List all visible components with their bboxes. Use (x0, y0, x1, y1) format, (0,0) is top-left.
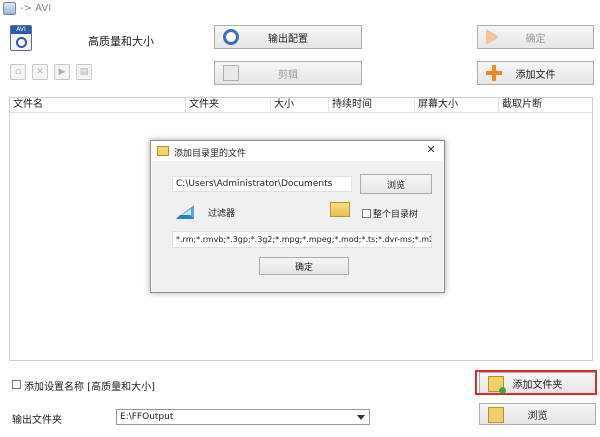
folder-icon (157, 146, 169, 156)
edit-button[interactable]: 剪辑 (214, 61, 362, 85)
film-icon (223, 65, 239, 81)
file-list-header: 文件名 文件夹 大小 持续时间 屏幕大小 截取片断 (10, 98, 592, 113)
output-config-label: 输出配置 (268, 33, 308, 45)
add-folder-dialog: 添加目录里的文件 ✕ 浏览 过滤器 整个目录树 确定 (150, 140, 445, 293)
app-icon (3, 2, 16, 15)
column-header-screen-size[interactable]: 屏幕大小 (415, 98, 499, 113)
dialog-title: 添加目录里的文件 (174, 149, 247, 159)
chevron-down-icon (357, 415, 365, 420)
save-name-label: 添加设置名称 [高质量和大小] (24, 382, 155, 393)
whole-tree-label: 整个目录树 (373, 210, 419, 220)
close-icon[interactable]: ✕ (424, 143, 438, 157)
filter-icon (176, 205, 194, 219)
title-bar: -> AVI (0, 0, 600, 18)
delete-icon[interactable]: ✕ (32, 64, 48, 80)
disc-icon (16, 37, 27, 48)
window-title: -> AVI (20, 3, 52, 14)
column-header-size[interactable]: 大小 (271, 98, 329, 113)
add-file-button[interactable]: 添加文件 (477, 61, 594, 85)
dialog-ok-button[interactable]: 确定 (259, 257, 349, 275)
plus-icon (486, 65, 502, 81)
save-name-checkbox[interactable] (12, 380, 21, 389)
column-header-duration[interactable]: 持续时间 (329, 98, 415, 113)
media-info-icon[interactable]: ▤ (76, 64, 92, 80)
dialog-body: 浏览 过滤器 整个目录树 确定 (152, 161, 443, 292)
avi-tag: AVI (11, 26, 31, 34)
gear-icon (223, 29, 239, 45)
output-folder-value: E:\FFOutput (120, 412, 174, 422)
avi-profile-icon: AVI (10, 25, 32, 51)
output-folder-label: 输出文件夹 (12, 415, 62, 426)
extensions-input[interactable] (172, 231, 432, 248)
folder-icon[interactable] (330, 202, 350, 217)
arrow-right-icon (486, 29, 502, 45)
whole-tree-checkbox[interactable] (362, 209, 371, 218)
ok-label: 确定 (525, 33, 546, 45)
output-config-button[interactable]: 输出配置 (214, 25, 362, 49)
edit-label: 剪辑 (278, 69, 298, 81)
profile-name: 高质量和大小 (88, 35, 154, 48)
remove-item-icon[interactable]: ▫ (10, 64, 26, 80)
column-header-filename[interactable]: 文件名 (10, 98, 186, 113)
highlight-frame (475, 370, 597, 395)
dialog-browse-button[interactable]: 浏览 (360, 174, 432, 194)
dialog-title-bar: 添加目录里的文件 ✕ (151, 141, 444, 161)
filter-label: 过滤器 (208, 209, 236, 219)
ok-button[interactable]: 确定 (477, 25, 594, 49)
browse-output-button[interactable]: 浏览 (479, 403, 596, 425)
output-folder-select[interactable]: E:\FFOutput (116, 409, 370, 425)
browse-output-label: 浏览 (527, 410, 548, 422)
play-icon[interactable]: ▶ (54, 64, 70, 80)
add-file-label: 添加文件 (515, 69, 556, 81)
folder-icon (488, 407, 504, 423)
folder-path-input[interactable] (172, 176, 352, 192)
column-header-clip[interactable]: 截取片断 (499, 98, 594, 113)
column-header-folder[interactable]: 文件夹 (186, 98, 271, 113)
